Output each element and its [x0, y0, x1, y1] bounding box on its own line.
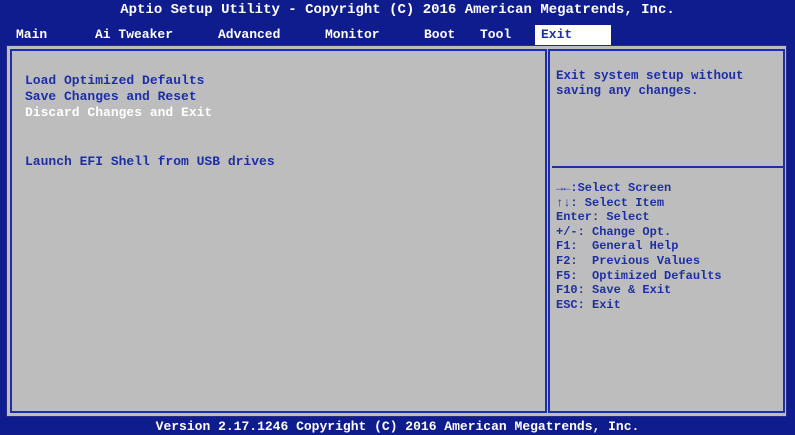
menu-pane: Load Optimized Defaults Save Changes and… [10, 49, 547, 413]
key-select-item: ↑↓: Select Item [556, 195, 665, 210]
help-pane: Exit system setup without saving any cha… [548, 49, 785, 413]
window-title: Aptio Setup Utility - Copyright (C) 2016… [120, 2, 675, 18]
help-text: Exit system setup without saving any cha… [556, 69, 744, 98]
tab-monitor[interactable]: Monitor [325, 26, 380, 44]
menu-item-load-optimized-defaults[interactable]: Load Optimized Defaults [25, 73, 204, 88]
key-change-opt: +/-: Change Opt. [556, 224, 672, 239]
tab-bar: Main Ai Tweaker Advanced Monitor Boot To… [0, 25, 795, 45]
key-f2-previous-values: F2: Previous Values [556, 253, 701, 268]
tab-boot[interactable]: Boot [424, 26, 455, 44]
key-f10-save-exit: F10: Save & Exit [556, 283, 672, 298]
tab-advanced[interactable]: Advanced [218, 26, 280, 44]
key-esc-exit: ESC: Exit [556, 297, 621, 312]
tab-main[interactable]: Main [16, 26, 47, 44]
tab-ai-tweaker[interactable]: Ai Tweaker [95, 26, 173, 44]
key-select-screen: →←:Select Screen [556, 181, 672, 195]
tab-exit[interactable]: Exit [535, 25, 611, 45]
key-enter-select: Enter: Select [556, 210, 650, 225]
menu-item-launch-efi-shell[interactable]: Launch EFI Shell from USB drives [25, 154, 275, 169]
footer-version: Version 2.17.1246 Copyright (C) 2016 Ame… [155, 419, 640, 434]
help-divider [552, 166, 783, 168]
tab-tool[interactable]: Tool [480, 26, 511, 44]
key-f1-general-help: F1: General Help [556, 239, 679, 254]
key-legend: →←:Select Screen ↑↓: Select Item Enter: … [556, 181, 782, 312]
key-f5-optimized-defaults: F5: Optimized Defaults [556, 268, 722, 283]
menu-item-discard-changes-and-exit[interactable]: Discard Changes and Exit [25, 105, 212, 120]
menu-item-save-changes-and-reset[interactable]: Save Changes and Reset [25, 89, 197, 104]
setup-frame: Load Optimized Defaults Save Changes and… [6, 45, 787, 417]
